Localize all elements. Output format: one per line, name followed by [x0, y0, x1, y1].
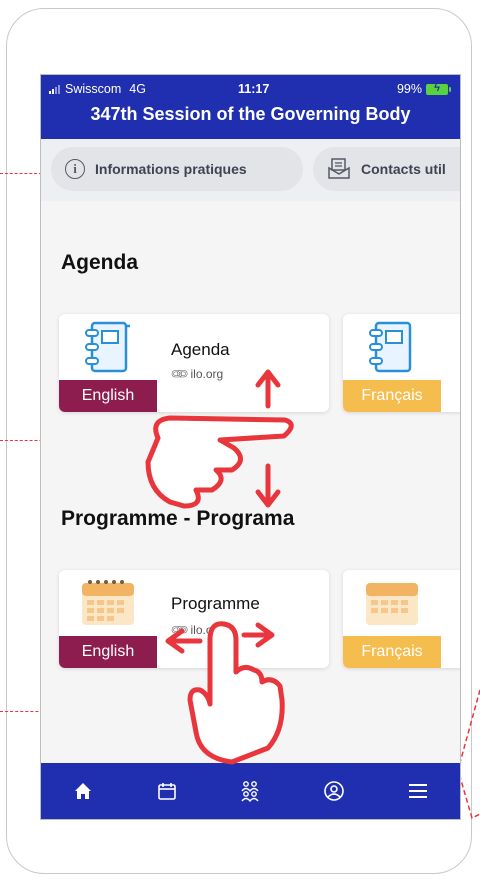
- home-icon[interactable]: [68, 776, 98, 806]
- notebook-icon: [85, 321, 130, 373]
- chip-informations-pratiques[interactable]: i Informations pratiques: [51, 147, 303, 191]
- profile-icon[interactable]: [319, 776, 349, 806]
- card-programme-english[interactable]: English Programme 🔗︎ ilo.org: [59, 570, 329, 668]
- annotation-leader-1: [0, 173, 42, 174]
- language-badge: Français: [343, 380, 441, 412]
- chip-bar: i Informations pratiques Contacts util: [41, 139, 460, 201]
- language-badge: English: [59, 380, 157, 412]
- network-type: 4G: [129, 82, 146, 96]
- notebook-icon: [369, 321, 412, 373]
- chip-label: Contacts util: [361, 161, 446, 177]
- app-header: Swisscom 4G 11:17 99% ϟ 347th Session of…: [41, 75, 460, 139]
- card-thumbnail: English: [59, 314, 157, 412]
- card-agenda-francais[interactable]: Français: [343, 314, 460, 412]
- card-title: Agenda: [171, 340, 230, 359]
- link-icon: 🔗︎: [168, 618, 191, 641]
- calendar-tab-icon[interactable]: [152, 776, 182, 806]
- section-title-programme: Programme - Programa: [61, 507, 295, 530]
- page-title: 347th Session of the Governing Body: [90, 104, 411, 124]
- card-source: 🔗︎ ilo.org: [168, 363, 224, 385]
- battery-percent: 99%: [396, 82, 422, 96]
- info-icon: i: [65, 159, 85, 179]
- card-programme-francais[interactable]: Français: [343, 570, 460, 668]
- card-thumbnail: English: [59, 570, 157, 668]
- chip-label: Informations pratiques: [95, 161, 247, 177]
- card-agenda-english[interactable]: English Agenda 🔗︎ ilo.org: [59, 314, 329, 412]
- status-bar: Swisscom 4G 11:17 99% ϟ: [41, 82, 460, 98]
- signal-icon: [49, 84, 61, 94]
- phone-screen: Swisscom 4G 11:17 99% ϟ 347th Session of…: [40, 74, 461, 820]
- section-title-agenda: Agenda: [61, 251, 139, 274]
- contacts-icon: [328, 158, 350, 179]
- card-source-text: ilo.org: [190, 367, 224, 381]
- menu-icon[interactable]: [403, 776, 433, 806]
- language-badge: English: [59, 636, 157, 668]
- people-icon[interactable]: [235, 776, 265, 806]
- calendar-icon: [82, 580, 134, 625]
- language-badge: Français: [343, 636, 441, 668]
- card-source: 🔗︎ ilo.org: [168, 619, 224, 641]
- battery-icon: ϟ: [426, 82, 451, 95]
- card-title: Programme: [171, 594, 260, 613]
- card-source-text: ilo.org: [190, 623, 224, 637]
- chip-contacts-utiles[interactable]: Contacts util: [313, 147, 460, 191]
- bottom-tab-bar: [41, 763, 460, 819]
- link-icon: 🔗︎: [168, 362, 191, 385]
- carrier-name: Swisscom: [65, 82, 122, 96]
- calendar-icon: [366, 583, 418, 625]
- card-thumbnail: Français: [343, 570, 441, 668]
- clock: 11:17: [237, 82, 270, 96]
- card-thumbnail: Français: [343, 314, 441, 412]
